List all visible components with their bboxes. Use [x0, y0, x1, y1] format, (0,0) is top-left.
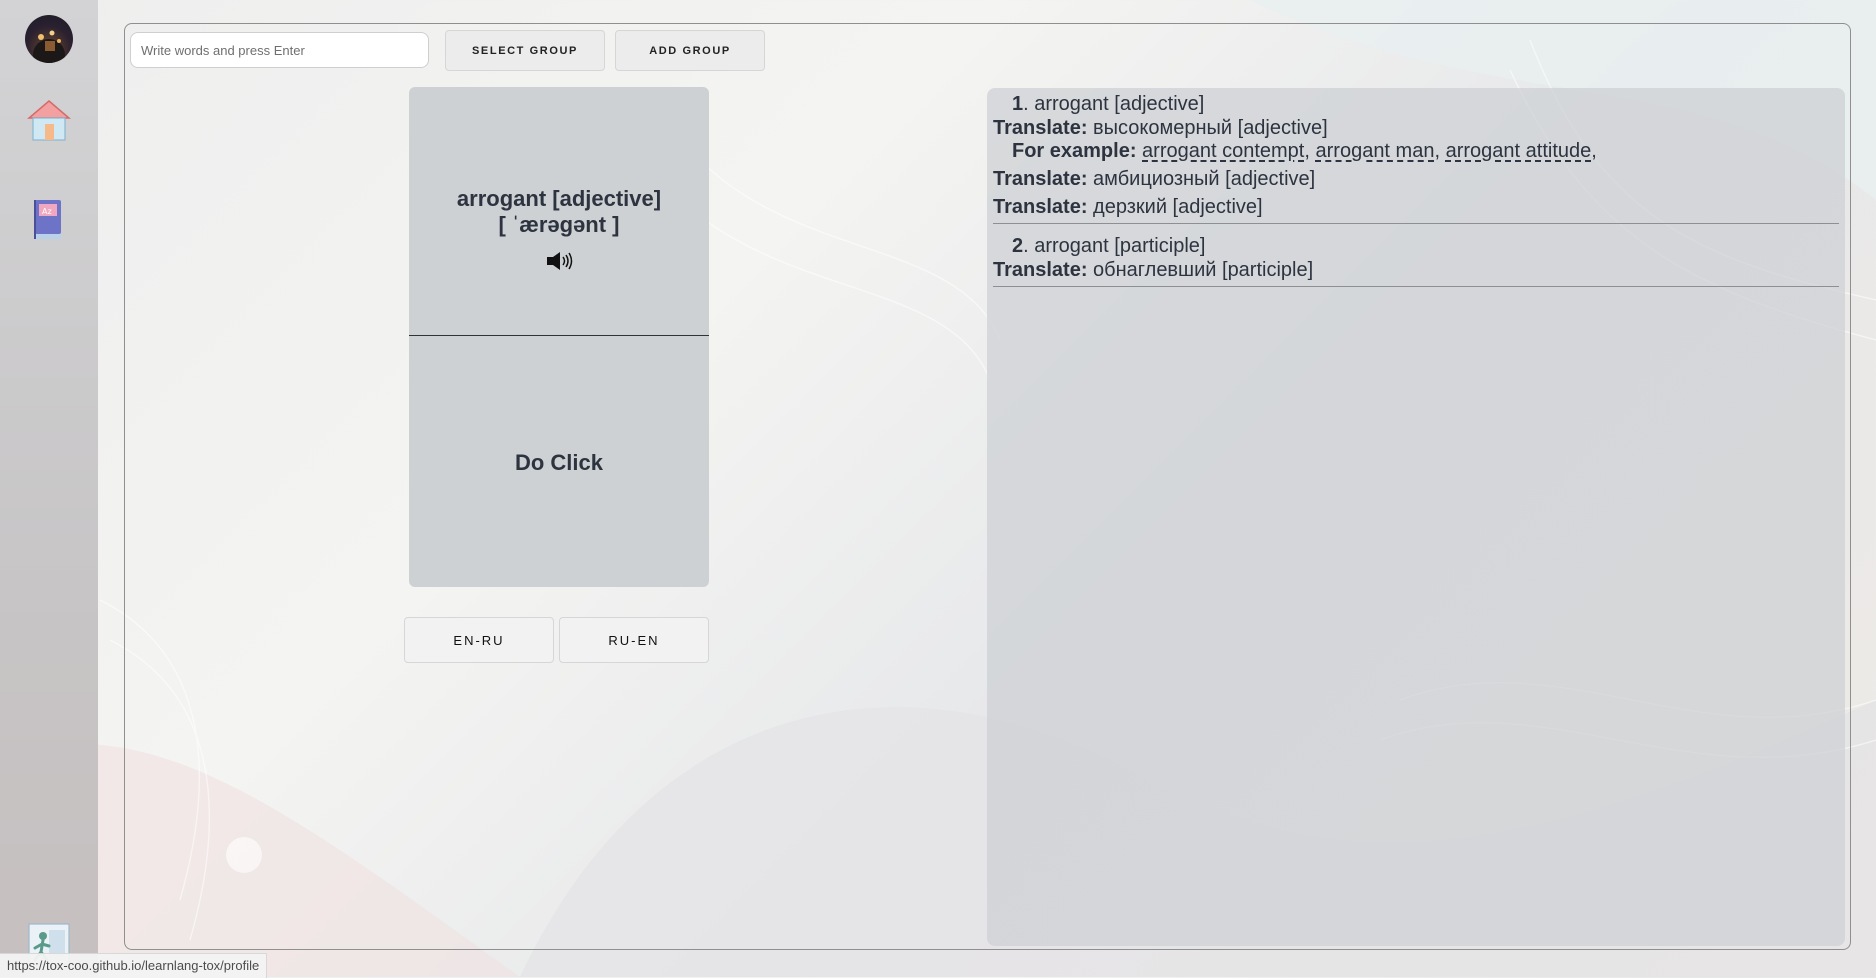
svg-text:Az: Az	[42, 207, 52, 216]
translation-text: обнаглевший [participle]	[1087, 259, 1314, 281]
example-label: For example:	[1012, 140, 1137, 162]
translation-text: дерзкий [adjective]	[1087, 196, 1263, 218]
entry-divider	[993, 286, 1839, 287]
entry-1-examples: For example: arrogant contempt, arrogant…	[1012, 140, 1597, 162]
flashcard-transcription: [ ˈærəɡənt ]	[498, 212, 620, 237]
flashcard-front: arrogant [adjective] [ ˈærəɡənt ]	[409, 87, 709, 336]
search-input[interactable]	[130, 32, 429, 68]
speaker-icon[interactable]	[545, 250, 573, 272]
status-bar-url: https://tox-coo.github.io/learnlang-tox/…	[0, 953, 268, 978]
translation-text: амбициозный [adjective]	[1087, 168, 1316, 190]
add-group-button[interactable]: ADD GROUP	[615, 30, 765, 71]
entry-2-number: 2	[1012, 235, 1024, 257]
home-icon[interactable]	[26, 98, 72, 144]
entry-1-number: 1	[1012, 93, 1024, 115]
user-avatar[interactable]	[25, 15, 73, 63]
example-link[interactable]: arrogant contempt	[1142, 140, 1304, 162]
entry-1-headword: . arrogant [adjective]	[1023, 93, 1205, 115]
entry-1-translation-2: Translate: амбициозный [adjective]	[993, 168, 1315, 191]
translation-text: высокомерный [adjective]	[1087, 117, 1328, 139]
avatar-image-icon	[33, 30, 65, 63]
entry-2-header: 2. arrogant [participle]	[1012, 235, 1205, 258]
translate-label: Translate:	[993, 168, 1088, 190]
select-group-button[interactable]: SELECT GROUP	[445, 30, 605, 71]
definitions-panel: 1. arrogant [adjective] Translate: высок…	[987, 88, 1845, 946]
sidebar: Az	[0, 0, 98, 977]
entry-2-headword: . arrogant [participle]	[1023, 235, 1206, 257]
entry-divider	[993, 223, 1839, 224]
entry-1-translation-1: Translate: высокомерный [adjective]	[993, 117, 1328, 140]
example-link[interactable]: arrogant attitude	[1446, 140, 1592, 162]
en-ru-button[interactable]: EN-RU	[404, 617, 554, 663]
flashcard-word: arrogant [adjective]	[456, 186, 662, 211]
dictionary-book-icon[interactable]: Az	[27, 196, 71, 242]
example-link[interactable]: arrogant man	[1316, 140, 1435, 162]
flashcard-back-prompt: Do Click	[514, 450, 604, 475]
entry-1-translation-3: Translate: дерзкий [adjective]	[993, 196, 1263, 219]
translate-label: Translate:	[993, 196, 1088, 218]
ru-en-button[interactable]: RU-EN	[559, 617, 709, 663]
translate-label: Translate:	[993, 117, 1088, 139]
entry-1-header: 1. arrogant [adjective]	[1012, 93, 1204, 116]
translate-label: Translate:	[993, 259, 1088, 281]
flashcard[interactable]: arrogant [adjective] [ ˈærəɡənt ] Do Cli…	[409, 87, 709, 587]
entry-2-translation-1: Translate: обнаглевший [participle]	[993, 259, 1313, 282]
